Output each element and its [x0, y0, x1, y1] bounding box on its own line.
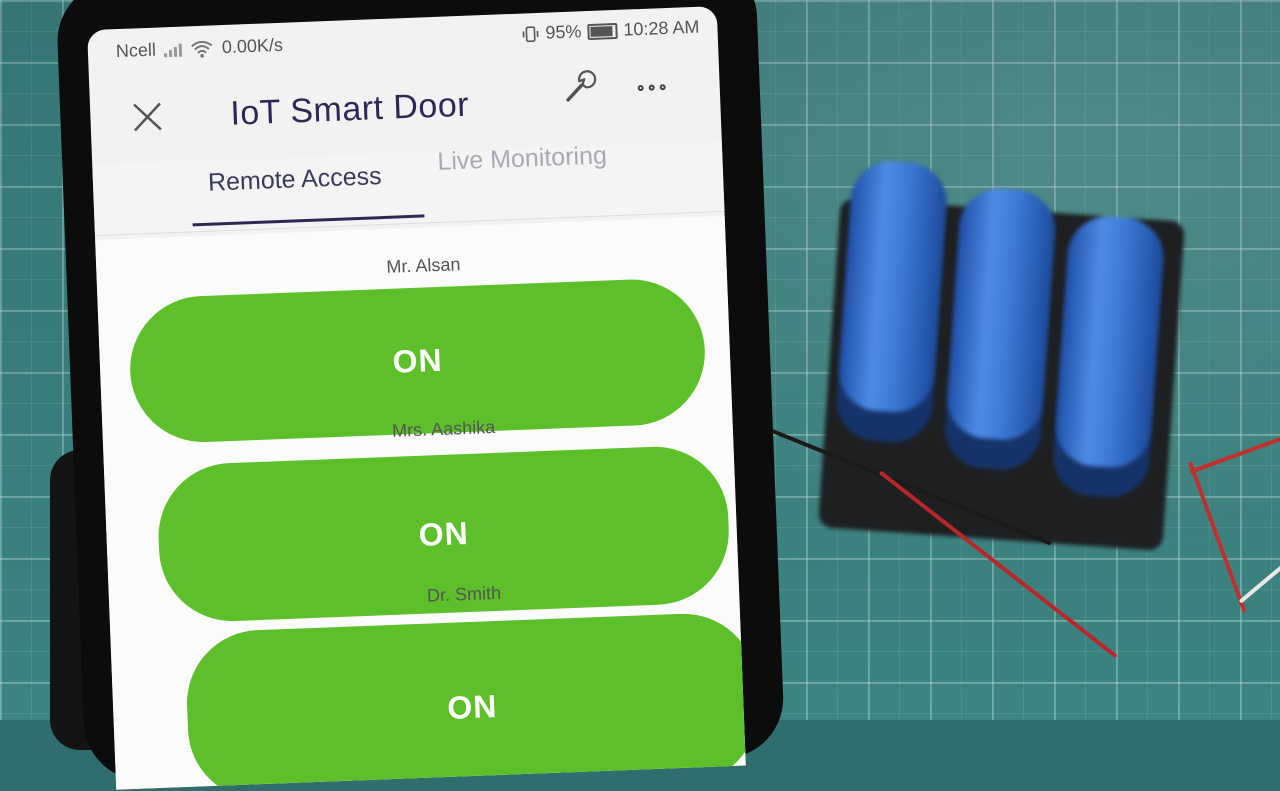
phone-screen: Ncell 0.00K/s 95% 10:28 AM IoT Smart Doo… [87, 6, 746, 790]
battery-icon [587, 22, 618, 40]
more-icon[interactable] [637, 80, 672, 95]
toggle-button-smith[interactable]: ON [184, 611, 746, 790]
battery-percent: 95% [545, 21, 582, 43]
door-control-item: Dr. Smith ON [108, 546, 746, 790]
carrier-name: Ncell [115, 39, 157, 62]
signal-icon [164, 42, 183, 57]
page-title: IoT Smart Door [229, 85, 470, 133]
remote-access-panel: Mr. Alsan ON Mrs. Aashika ON Dr. Smith O… [95, 215, 746, 790]
phone: Ncell 0.00K/s 95% 10:28 AM IoT Smart Doo… [55, 0, 786, 790]
battery-holder-image [817, 158, 1203, 562]
wrench-icon[interactable] [559, 69, 598, 108]
clock: 10:28 AM [623, 16, 700, 40]
close-icon[interactable] [130, 99, 165, 134]
wifi-icon [191, 40, 213, 58]
tab-remote-access[interactable]: Remote Access [207, 162, 382, 198]
network-speed: 0.00K/s [221, 34, 284, 58]
tab-live-monitoring[interactable]: Live Monitoring [437, 141, 608, 176]
user-label: Mrs. Aashika [391, 416, 496, 441]
vibrate-icon [522, 25, 539, 42]
active-tab-indicator [192, 214, 425, 227]
user-label: Dr. Smith [426, 582, 502, 606]
